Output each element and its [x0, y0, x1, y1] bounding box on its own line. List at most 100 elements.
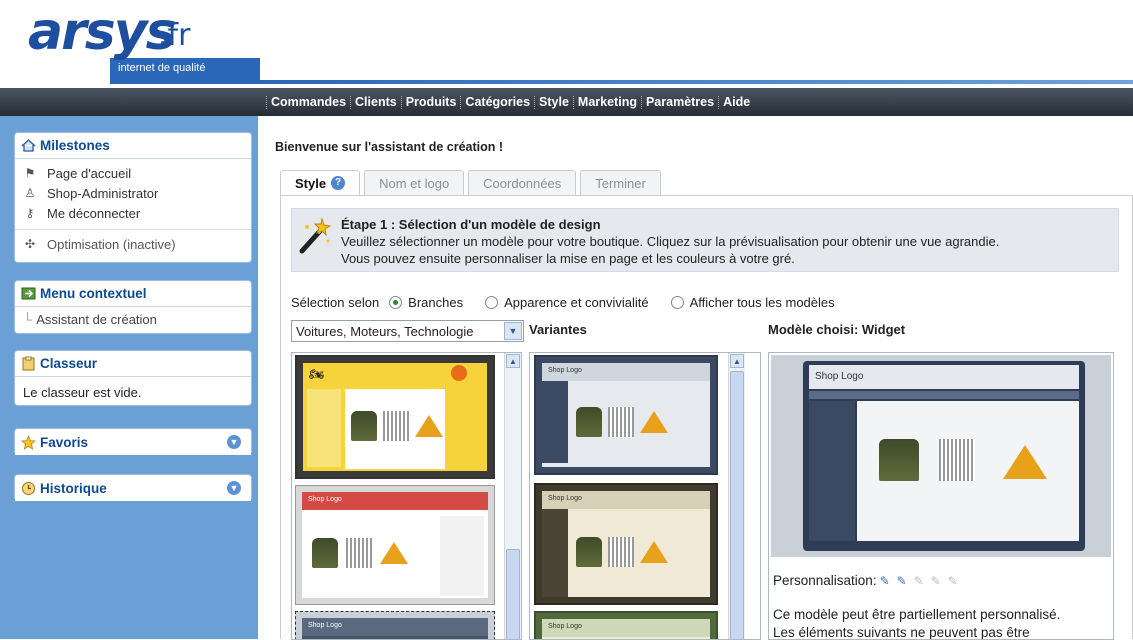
- variant-shop-logo: Shop Logo: [548, 495, 582, 502]
- favoris-title: Favoris: [40, 434, 89, 450]
- nav-marketing[interactable]: Marketing: [574, 95, 641, 109]
- milestones-header[interactable]: Milestones: [15, 133, 251, 159]
- radio-tous-label[interactable]: Afficher tous les modèles: [690, 295, 835, 310]
- template-thumbnail[interactable]: Shop Logo: [295, 485, 495, 605]
- nav-categories[interactable]: Catégories: [461, 95, 534, 109]
- chevron-down-icon[interactable]: ▼: [504, 322, 522, 340]
- template-shop-logo: Shop Logo: [308, 496, 342, 503]
- style-panel: Étape 1 : Sélection d'un modèle de desig…: [280, 195, 1133, 640]
- template-thumbnail[interactable]: 🏍: [295, 355, 495, 479]
- variantes-scrollbar[interactable]: ▲: [728, 353, 745, 639]
- variant-shop-logo: Shop Logo: [548, 367, 582, 374]
- clipboard-icon: [21, 356, 36, 371]
- variant-thumbnail[interactable]: Shop Logo: [534, 611, 718, 639]
- chevron-down-icon[interactable]: ▼: [227, 481, 241, 495]
- logo-bar: [110, 58, 1133, 84]
- favoris-header[interactable]: Favoris: [15, 429, 251, 455]
- scroll-thumb[interactable]: [730, 371, 744, 639]
- help-icon[interactable]: ?: [331, 176, 346, 190]
- preview-description-1: Ce modèle peut être partiellement person…: [773, 607, 1061, 622]
- key-icon: ⚷: [25, 206, 35, 220]
- variantes-heading: Variantes: [529, 322, 587, 337]
- brush-icon: ✎: [913, 573, 924, 588]
- tab-coordonnees[interactable]: Coordonnées: [468, 170, 577, 195]
- historique-header[interactable]: Historique: [15, 475, 251, 501]
- nav-parametres[interactable]: Paramètres: [642, 95, 718, 109]
- sidebar-link-logout[interactable]: ⚷ Me déconnecter: [23, 203, 243, 223]
- menu-contextuel-title: Menu contextuel: [40, 286, 147, 301]
- step-box: Étape 1 : Sélection d'un modèle de desig…: [291, 208, 1119, 272]
- sidebar: Milestones ⚑ Page d'accueil ♙ Shop-Adminis…: [0, 116, 258, 639]
- chosen-model-preview[interactable]: Shop Logo Personnalisation: ✎ ✎ ✎ ✎ ✎ Ce…: [768, 352, 1114, 640]
- radio-apparence-label[interactable]: Apparence et convivialité: [504, 295, 649, 310]
- welcome-title: Bienvenue sur l'assistant de création !: [275, 140, 504, 154]
- sidebar-link-optimisation[interactable]: ✣ Optimisation (inactive): [23, 234, 243, 254]
- radio-tous[interactable]: [670, 296, 684, 309]
- menu-arrow-icon: [21, 286, 36, 301]
- chosen-model-heading: Modèle choisi: Widget: [768, 322, 906, 337]
- sidebar-link-assistant-label: Assistant de création: [36, 311, 157, 327]
- menu-contextuel-header[interactable]: Menu contextuel: [15, 281, 251, 307]
- scroll-up-icon[interactable]: ▲: [506, 354, 520, 368]
- branch-select[interactable]: Voitures, Moteurs, Technologie ▼: [291, 320, 524, 342]
- top-navigation: Commandes Clients Produits Catégories St…: [0, 88, 1133, 116]
- header: arsys .fr internet de qualité: [0, 0, 1133, 84]
- tab-style-label: Style: [295, 175, 327, 191]
- brand-logo[interactable]: arsys: [28, 2, 177, 62]
- favoris-box[interactable]: Favoris ▼: [14, 428, 252, 455]
- tab-style[interactable]: Style?: [280, 170, 361, 195]
- sidebar-link-admin-label: Shop-Administrator: [47, 185, 159, 201]
- magic-wand-icon: [298, 217, 332, 257]
- brush-icon: ✎: [896, 573, 907, 588]
- variantes-list[interactable]: Shop Logo Shop Logo Shop Logo ▲: [529, 352, 761, 640]
- preview-image[interactable]: Shop Logo: [771, 355, 1111, 557]
- sidebar-link-assistant[interactable]: └ Assistant de création: [23, 309, 243, 329]
- history-icon: [21, 481, 36, 496]
- nav-produits[interactable]: Produits: [402, 95, 461, 109]
- chevron-down-icon[interactable]: ▼: [227, 435, 241, 449]
- brand-tld: .fr: [158, 18, 191, 53]
- sidebar-link-logout-label: Me déconnecter: [47, 205, 141, 221]
- template-thumbnail[interactable]: Shop Logo: [295, 611, 495, 639]
- milestones-title: Milestones: [40, 138, 110, 153]
- user-icon: ♙: [24, 186, 36, 200]
- step-description-2: Vous pouvez ensuite personnaliser la mis…: [341, 251, 795, 266]
- brush-icon: ✎: [879, 573, 890, 588]
- radio-branches[interactable]: [389, 296, 403, 309]
- wizard-tabs: Style? Nom et logo Coordonnées Terminer: [280, 170, 665, 195]
- house-icon: [21, 138, 36, 153]
- motorcycle-icon: 🏍: [309, 367, 325, 381]
- classeur-title: Classeur: [40, 356, 98, 371]
- sidebar-link-optimisation-label: Optimisation (inactive): [47, 236, 176, 252]
- preview-description-2: Les éléments suivants ne peuvent pas êtr…: [773, 625, 1030, 640]
- variant-thumbnail[interactable]: Shop Logo: [534, 355, 718, 475]
- scroll-thumb[interactable]: [506, 549, 520, 639]
- scroll-up-icon[interactable]: ▲: [730, 354, 744, 368]
- brush-icon: ✎: [947, 573, 958, 588]
- tab-terminer[interactable]: Terminer: [580, 170, 661, 195]
- tab-nom-logo[interactable]: Nom et logo: [364, 170, 465, 195]
- selection-label: Sélection selon: [291, 295, 380, 310]
- signpost-icon: ⚑: [24, 166, 36, 180]
- radio-branches-label[interactable]: Branches: [408, 295, 463, 310]
- nav-aide[interactable]: Aide: [719, 95, 754, 109]
- classeur-box: Classeur Le classeur est vide.: [14, 350, 252, 406]
- nav-commandes[interactable]: Commandes: [267, 95, 350, 109]
- nav-clients[interactable]: Clients: [351, 95, 401, 109]
- classeur-empty-text: Le classeur est vide.: [23, 384, 142, 400]
- nav-style[interactable]: Style: [535, 95, 573, 109]
- classeur-header[interactable]: Classeur: [15, 351, 251, 377]
- historique-box[interactable]: Historique ▼: [14, 474, 252, 501]
- branch-select-value: Voitures, Moteurs, Technologie: [296, 323, 474, 339]
- radio-apparence[interactable]: [485, 296, 499, 309]
- variant-shop-logo: Shop Logo: [548, 623, 582, 630]
- milestones-box: Milestones ⚑ Page d'accueil ♙ Shop-Adminis…: [14, 132, 252, 263]
- template-list[interactable]: 🏍 Shop Logo Shop Logo ▲: [291, 352, 522, 640]
- variant-thumbnail[interactable]: Shop Logo: [534, 483, 718, 605]
- sidebar-link-home-label: Page d'accueil: [47, 165, 132, 181]
- brand-tagline: internet de qualité: [118, 62, 206, 74]
- selection-row: Sélection selon Branches Apparence et co…: [291, 295, 847, 310]
- sidebar-link-home[interactable]: ⚑ Page d'accueil: [23, 163, 243, 183]
- template-list-scrollbar[interactable]: ▲: [504, 353, 521, 639]
- sidebar-link-admin[interactable]: ♙ Shop-Administrator: [23, 183, 243, 203]
